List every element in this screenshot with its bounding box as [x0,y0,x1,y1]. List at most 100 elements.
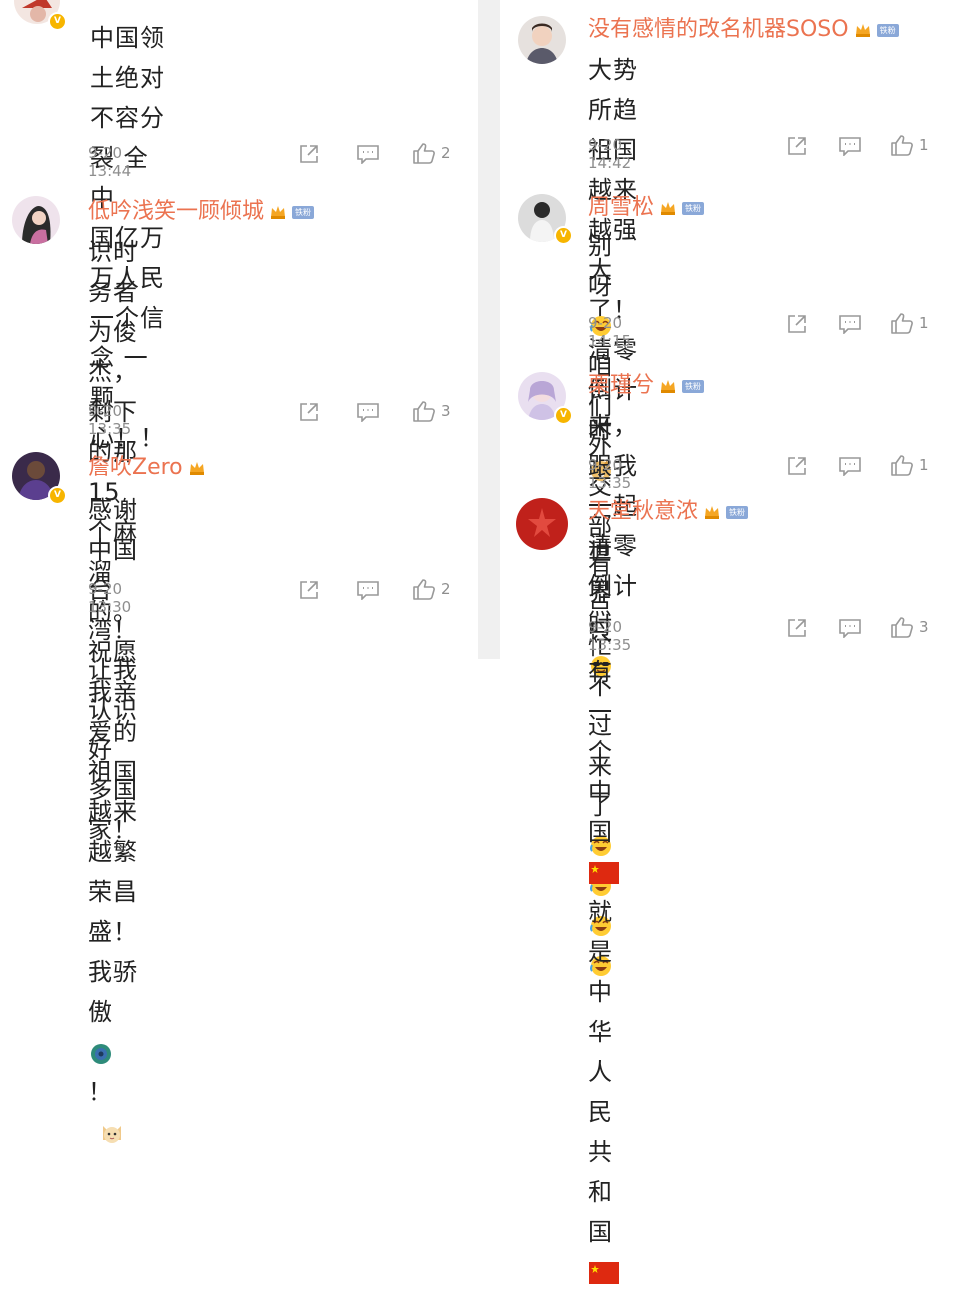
avatar[interactable] [518,16,566,64]
verified-badge-icon: V [48,486,67,505]
like-count: 1 [919,456,929,474]
fan-badge: 铁粉 [876,23,899,37]
share-button[interactable] [298,143,320,165]
fan-badge: 铁粉 [682,379,705,393]
comment-header: 天堂秋意浓 铁粉 [588,498,749,526]
comment-time: 9-20 13:35 [588,456,632,492]
comment-icon [839,315,861,334]
like-count: 1 [919,136,929,154]
username[interactable]: 低吟浅笑一顾倾城 [88,198,264,226]
thumbs-up-icon [891,135,913,156]
thumbs-up-icon [891,617,913,638]
like-button[interactable]: 1 [890,312,929,334]
thumbs-up-icon [413,143,435,164]
like-count: 2 [441,144,451,162]
share-button[interactable] [786,135,808,157]
like-count: 3 [441,402,451,420]
fan-badge: 铁粉 [726,505,749,519]
comment-time: 9-20 13:35 [88,402,132,438]
comment-meta: 9-20 13:30 [88,580,131,616]
username[interactable]: 栗瑾兮 [588,372,654,400]
comment-button[interactable] [356,580,380,600]
comment-header: 詹吹Zero [88,454,205,482]
china-flag-icon [589,856,619,884]
like-count: 2 [441,580,451,598]
like-count: 1 [919,314,929,332]
comment-meta: 9-20 14:15 [588,314,631,350]
share-icon [788,315,806,333]
china-flag-icon [589,1256,619,1284]
left-bottom-gap [0,620,478,659]
thumbs-up-icon [413,579,435,600]
column-divider [478,0,500,659]
comment-meta: 9-20 13:35 [588,456,631,492]
crown-icon [660,201,676,215]
comment-icon [357,403,379,422]
comment-icon [357,581,379,600]
cat-emoji-icon [100,1116,124,1143]
like-button[interactable]: 1 [890,134,929,156]
comment-time: 9-20 13:35 [588,618,632,654]
share-icon [300,145,318,163]
share-icon [788,619,806,637]
comment-meta: 9-20 14:42 [588,136,631,172]
comment-time: 9-20 14:15 [588,314,632,350]
comment-meta: 9-20 13:44 [88,144,131,180]
username[interactable]: 天堂秋意浓 [588,498,698,526]
comment-meta: 9-20 13:35 [88,402,131,438]
comment-meta: 9-20 13:35 [588,618,631,654]
comment-icon [839,619,861,638]
comment-button[interactable] [838,618,862,638]
peacock-emoji-icon [89,1036,113,1064]
share-icon [300,581,318,599]
comment-header: 周雪松 铁粉 [588,194,705,222]
like-button[interactable]: 2 [412,578,451,600]
comment-time: 9-20 13:30 [88,580,132,616]
thumbs-up-icon [413,401,435,422]
like-button[interactable]: 3 [890,616,929,638]
verified-badge-icon: V [554,226,573,245]
crown-icon [855,23,871,37]
comment-header: 栗瑾兮 铁粉 [588,372,705,400]
comment-header: 没有感情的改名机器SOSO 铁粉 [588,16,899,44]
like-button[interactable]: 3 [412,400,451,422]
crown-icon [660,379,676,393]
comment-button[interactable] [356,402,380,422]
thumbs-up-icon [891,313,913,334]
verified-badge-icon: V [48,12,67,31]
crown-icon [189,461,205,475]
username[interactable]: 詹吹Zero [88,454,183,482]
crown-icon [270,205,286,219]
comment-time: 9-20 13:44 [88,144,132,180]
share-button[interactable] [786,617,808,639]
comment-icon [357,145,379,164]
comment-time: 9-20 14:42 [588,136,632,172]
share-icon [788,457,806,475]
crown-icon [704,505,720,519]
share-button[interactable] [298,579,320,601]
share-button[interactable] [298,401,320,423]
share-icon [300,403,318,421]
fan-badge: 铁粉 [682,201,705,215]
like-button[interactable]: 1 [890,454,929,476]
username[interactable]: 没有感情的改名机器SOSO [588,16,849,44]
username[interactable]: 周雪松 [588,194,654,222]
comment-icon [839,137,861,156]
comment-icon [839,457,861,476]
comment-button[interactable] [356,144,380,164]
comment-button[interactable] [838,136,862,156]
thumbs-up-icon [891,455,913,476]
fan-badge: 铁粉 [292,205,315,219]
comment-button[interactable] [838,456,862,476]
comment-text: 感谢中国台湾！让我认识好 多国家！ [88,496,138,844]
avatar[interactable] [12,196,60,244]
share-button[interactable] [786,313,808,335]
comment-header: 低吟浅笑一顾倾城 铁粉 [88,198,315,226]
like-count: 3 [919,618,929,636]
avatar[interactable] [516,498,568,550]
like-button[interactable]: 2 [412,142,451,164]
share-icon [788,137,806,155]
verified-badge-icon: V [554,406,573,425]
share-button[interactable] [786,455,808,477]
comment-button[interactable] [838,314,862,334]
